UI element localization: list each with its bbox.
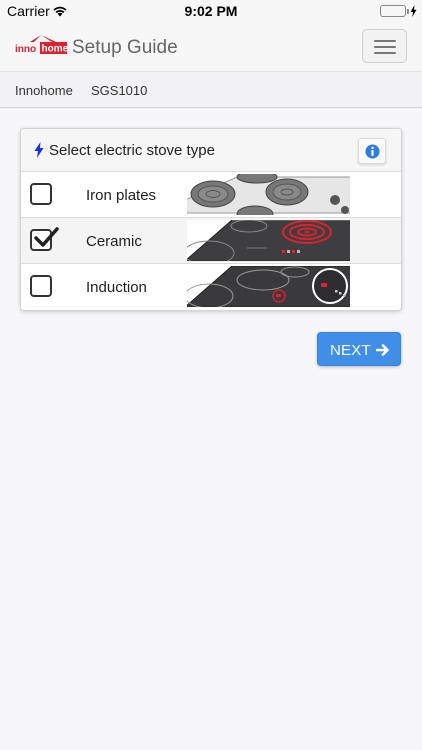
option-label: Iron plates [86,187,157,204]
stove-type-card: Select electric stove type Iron plates C… [20,128,402,311]
induction-stove-image [187,266,350,307]
clock: 9:02 PM [184,3,238,19]
checkmark-icon [34,227,59,247]
checkbox-iron-plates[interactable] [30,183,52,205]
option-label: Ceramic [86,233,142,250]
info-button[interactable] [358,138,386,164]
breadcrumb-item-device: SGS1010 [91,83,148,98]
battery-icon [380,5,409,17]
option-induction[interactable]: Induction [21,264,401,310]
option-iron-plates[interactable]: Iron plates [21,172,401,218]
card-title: Select electric stove type [49,142,215,159]
charging-bolt-icon [410,4,417,20]
next-button[interactable]: NEXT [317,332,401,366]
menu-button[interactable] [362,29,407,63]
innohome-logo[interactable]: inno home [15,34,67,56]
option-ceramic[interactable]: Ceramic [21,218,401,264]
card-header: Select electric stove type [21,129,401,172]
status-bar: Carrier 9:02 PM [0,0,422,22]
iron-plates-stove-image [187,174,350,215]
app-title: Setup Guide [72,37,178,58]
bolt-icon [34,142,44,163]
ceramic-stove-image [187,220,350,261]
arrow-right-icon [375,343,390,361]
logo-text-inno: inno [15,44,36,55]
logo-text-home: home [42,44,68,55]
hamburger-icon [374,40,396,42]
breadcrumb-item-innohome[interactable]: Innohome [15,83,73,98]
option-label: Induction [86,279,147,296]
app-navbar: inno home Setup Guide [0,22,422,72]
checkbox-ceramic[interactable] [30,227,59,251]
next-button-label: NEXT [330,342,371,359]
breadcrumb: Innohome SGS1010 [0,72,422,108]
info-icon [365,144,380,159]
checkbox-induction[interactable] [30,275,52,297]
